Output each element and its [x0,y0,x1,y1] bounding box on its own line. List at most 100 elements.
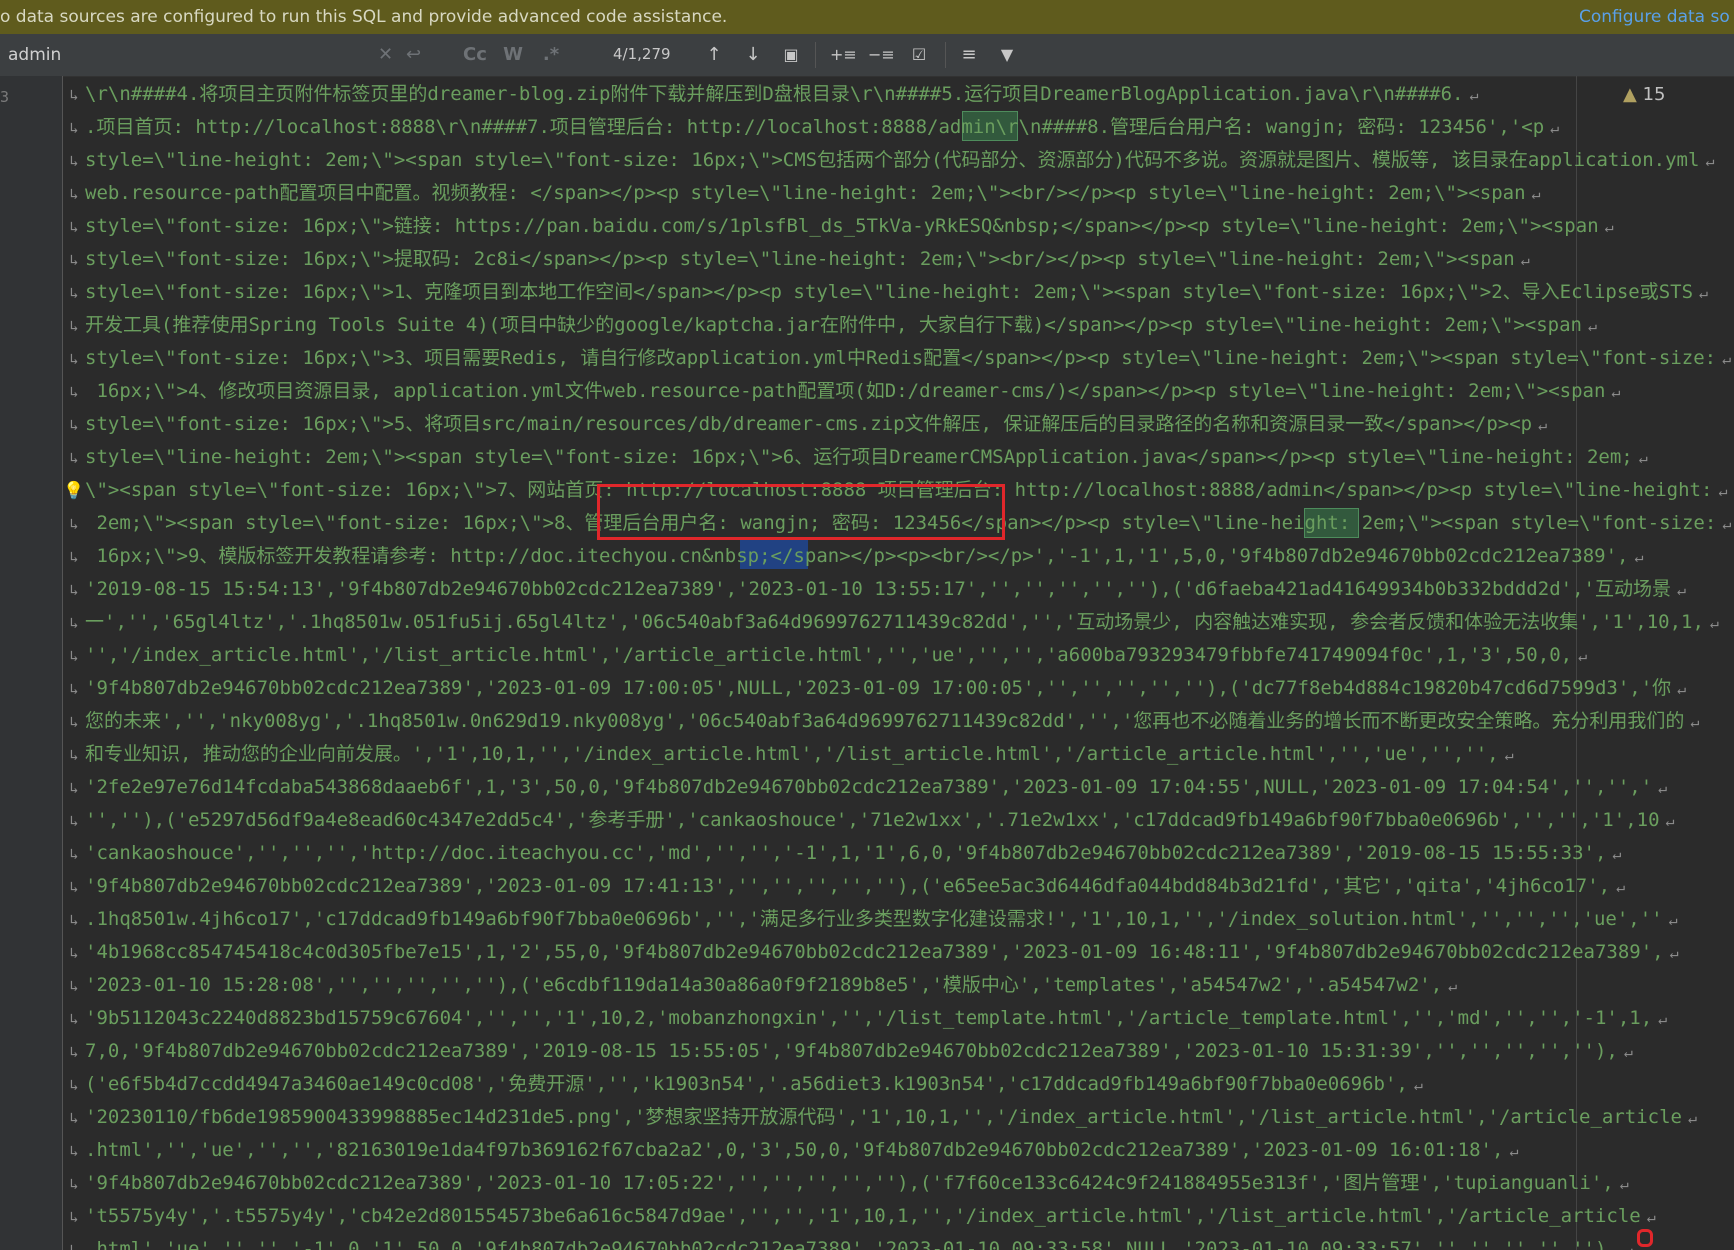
configure-data-sources-link[interactable]: Configure data so [1579,0,1730,34]
code-text: '',''),('e5297d56df9a4e8ead60c4347e2dd5c… [85,809,1660,831]
code-text: style=\"font-size: 16px;\">3、项目需要Redis, … [85,347,1717,369]
open-in-window-icon[interactable]: ≡ [957,42,981,68]
soft-wrap-end-icon: ↵ [1619,1175,1629,1193]
select-all-occurrences-icon[interactable]: ☑ [906,42,932,68]
code-text: .1hq8501w.4jh6co17','c17ddcad9fb149a6bf9… [85,908,1663,930]
code-text: '4b1968cc854745418c4c0d305fbe7e15',1,'2'… [85,941,1664,963]
soft-wrap-end-icon: ↵ [1538,416,1548,434]
soft-wrap-end-icon: ↵ [1611,383,1621,401]
soft-wrap-icon: ↳ [69,581,79,599]
code-text: .html','ue','','','-1',0,'1',50,0,'9f4b8… [85,1238,1618,1250]
soft-wrap-end-icon: ↵ [1531,185,1541,203]
soft-wrap-end-icon: ↵ [1413,1076,1423,1094]
soft-wrap-end-icon: ↵ [1709,614,1719,632]
code-text: '9f4b807db2e94670bb02cdc212ea7389','2023… [85,1172,1614,1194]
sql-editor[interactable]: ↳ \r\n####4.将项目主页附件标签页里的dreamer-blog.zip附… [63,76,1734,1250]
code-text: '9f4b807db2e94670bb02cdc212ea7389','2023… [85,677,1672,699]
soft-wrap-icon: ↳ [69,185,79,203]
code-text: style=\"font-size: 16px;\">1、克隆项目到本地工作空间… [85,281,1694,303]
soft-wrap-icon: ↳ [69,878,79,896]
soft-wrap-end-icon: ↵ [1638,449,1648,467]
code-line: ↳ 't5575y4y','.t5575y4y','cb42e2d80155457… [63,1200,1734,1233]
soft-wrap-end-icon: ↵ [1699,284,1709,302]
soft-wrap-end-icon: ↵ [1448,977,1458,995]
warning-count-value: 15 [1642,84,1666,105]
match-case-button[interactable]: Cc [462,42,488,68]
code-line: ↳ '9f4b807db2e94670bb02cdc212ea7389','202… [63,672,1734,705]
soft-wrap-icon: ↳ [69,416,79,434]
code-line: ↳ \r\n####4.将项目主页附件标签页里的dreamer-blog.zip附… [63,78,1734,111]
soft-wrap-icon: ↳ [69,614,79,632]
code-text: 您的未来','','nky008yg','.1hq8501w.0n629d19.… [85,710,1685,732]
search-input[interactable] [8,43,368,67]
soft-wrap-icon: ↳ [69,1076,79,1094]
code-line: ↳ '2023-01-10 15:28:08','','','','',''),(… [63,969,1734,1002]
new-line-icon[interactable]: ↩ [406,42,421,68]
soft-wrap-end-icon: ↵ [1578,647,1588,665]
soft-wrap-icon: ↳ [69,812,79,830]
code-line: ↳ style=\"line-height: 2em;\"><span style… [63,144,1734,177]
code-line: ↳ style=\"font-size: 16px;\">5、将项目src/mai… [63,408,1734,441]
soft-wrap-icon: ↳ [69,1175,79,1193]
search-field: ✕ ↩ [0,34,440,76]
code-line: ↳ web.resource-path配置项目中配置。视频教程: </span><… [63,177,1734,210]
soft-wrap-end-icon: ↵ [1509,1142,1519,1160]
soft-wrap-end-icon: ↵ [1646,1208,1656,1226]
line-number: 3 [0,88,10,106]
soft-wrap-icon: ↳ [69,218,79,236]
code-text: web.resource-path配置项目中配置。视频教程: </span></… [85,182,1526,204]
filter-icon[interactable]: ▼ [996,42,1018,68]
filter-search-results-icon[interactable]: ▣ [780,42,802,68]
soft-wrap-icon: ↳ [69,251,79,269]
soft-wrap-end-icon: ↵ [1722,515,1732,533]
soft-wrap-icon: ↳ [69,647,79,665]
code-line: ↳ '4b1968cc854745418c4c0d305fbe7e15',1,'2… [63,936,1734,969]
soft-wrap-end-icon: ↵ [1469,86,1479,104]
soft-wrap-icon: ↳ [69,86,79,104]
code-text: 一','','65gl4ltz','.1hq8501w.051fu5ij.65g… [85,611,1704,633]
soft-wrap-icon: ↳ [69,1241,79,1250]
soft-wrap-end-icon: ↵ [1669,944,1679,962]
soft-wrap-end-icon: ↵ [1658,779,1668,797]
next-occurrence-icon[interactable]: ↓ [742,42,764,68]
code-line: ↳ style=\"font-size: 16px;\">链接: https://… [63,210,1734,243]
code-text: '9b5112043c2240d8823bd15759c67604','',''… [85,1007,1653,1029]
code-line: ↳ '2019-08-15 15:54:13','9f4b807db2e94670… [63,573,1734,606]
soft-wrap-end-icon: ↵ [1658,1010,1668,1028]
soft-wrap-icon: ↳ [69,548,79,566]
code-text: 'cankaoshouce','','','','http://doc.itea… [85,842,1607,864]
soft-wrap-icon: ↳ [69,152,79,170]
soft-wrap-icon: ↳ [69,1109,79,1127]
soft-wrap-end-icon: ↵ [1676,581,1686,599]
soft-wrap-end-icon: ↵ [1550,119,1560,137]
code-text: '2fe2e97e76d14fcdaba543868daaeb6f',1,'3'… [85,776,1653,798]
code-text: '2019-08-15 15:54:13','9f4b807db2e94670b… [85,578,1671,600]
code-line: ↳ '9f4b807db2e94670bb02cdc212ea7389','202… [63,1167,1734,1200]
soft-wrap-icon: ↳ [69,350,79,368]
soft-wrap-end-icon: ↵ [1616,878,1626,896]
regex-button[interactable]: .* [540,42,562,68]
remove-occurrence-icon[interactable]: −≡ [868,42,895,68]
code-text: style=\"font-size: 16px;\">链接: https://p… [85,215,1599,237]
soft-wrap-icon: ↳ [69,911,79,929]
code-text: \r\n####4.将项目主页附件标签页里的dreamer-blog.zip附件… [85,83,1464,105]
warning-count[interactable]: ▲ 15 [1623,84,1665,105]
code-line: ↳ '20230110/fb6de1985900433998885ec14d231… [63,1101,1734,1134]
add-occurrence-icon[interactable]: +≡ [830,42,857,68]
soft-wrap-end-icon: ↵ [1665,812,1675,830]
intention-bulb-icon[interactable]: 💡 [63,475,85,508]
annotation-red-box [597,484,1005,540]
whole-words-button[interactable]: W [502,42,524,68]
soft-wrap-icon: ↳ [69,119,79,137]
clear-search-icon[interactable]: ✕ [378,42,393,68]
soft-wrap-icon: ↳ [69,977,79,995]
soft-wrap-icon: ↳ [69,1010,79,1028]
code-text: '20230110/fb6de1985900433998885ec14d231d… [85,1106,1682,1128]
soft-wrap-icon: ↳ [69,713,79,731]
banner-message: o data sources are configured to run thi… [0,7,728,27]
previous-occurrence-icon[interactable]: ↑ [703,42,725,68]
soft-wrap-icon: ↳ [69,449,79,467]
code-text: '2023-01-10 15:28:08','','','','',''),('… [85,974,1443,996]
annotation-red-marker [1637,1229,1653,1247]
code-line: ↳ .html','','ue','','','82163019e1da4f97b… [63,1134,1734,1167]
